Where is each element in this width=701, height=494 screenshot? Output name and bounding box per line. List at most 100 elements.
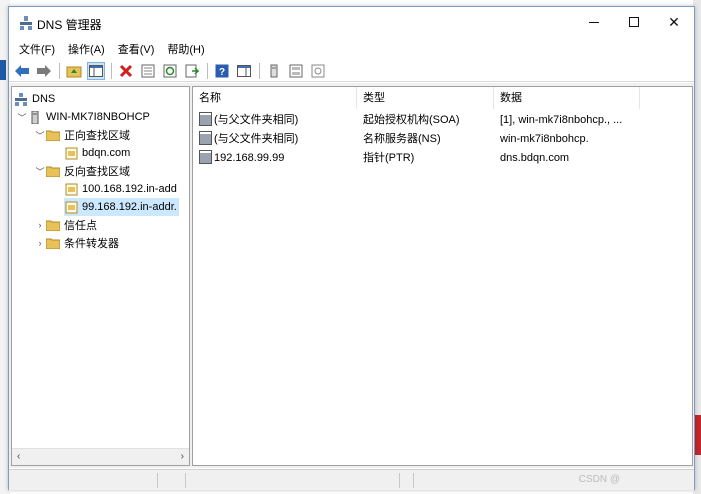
- toolbar-separator: [207, 62, 208, 79]
- menu-file[interactable]: 文件(F): [19, 41, 55, 57]
- minimize-icon: [589, 21, 599, 23]
- action-pane-button[interactable]: [235, 62, 253, 80]
- toolbar-separator: [259, 62, 260, 79]
- properties-button[interactable]: [139, 62, 157, 80]
- column-header-type[interactable]: 类型: [357, 87, 494, 109]
- cell-name: (与父文件夹相同): [199, 111, 355, 130]
- record-icon: [199, 131, 212, 145]
- show-hide-console-tree-button[interactable]: [87, 61, 105, 80]
- record-name: (与父文件夹相同): [214, 114, 299, 126]
- dns-root-icon: [14, 92, 28, 106]
- cell-name: (与父文件夹相同): [199, 130, 355, 149]
- scroll-left-icon[interactable]: ‹: [17, 451, 20, 462]
- tree-item-label: bdqn.com: [82, 147, 131, 159]
- tree-item-reverse-zone[interactable]: ﹀ 反向查找区域: [34, 162, 130, 180]
- tree-item-trust-points[interactable]: › 信任点: [34, 216, 98, 234]
- new-mail-exchanger-icon: [311, 64, 325, 77]
- new-host-button[interactable]: [265, 62, 283, 80]
- dns-app-icon: [20, 16, 32, 30]
- tree-item-dns[interactable]: DNS: [14, 90, 55, 108]
- menu-view[interactable]: 查看(V): [118, 41, 155, 57]
- chevron-down-icon[interactable]: ﹀: [34, 165, 46, 178]
- tree-item-bdqn-com[interactable]: bdqn.com: [64, 144, 130, 162]
- column-header-name[interactable]: 名称: [193, 87, 357, 109]
- new-alias-button[interactable]: [287, 62, 305, 80]
- results-list[interactable]: 名称 类型 数据 (与父文件夹相同) 起始授权机构(SOA) [1], win-…: [192, 86, 693, 466]
- background-right-accent: [695, 415, 701, 455]
- new-alias-icon: [289, 64, 303, 77]
- folder-icon: [46, 128, 60, 142]
- window-title: DNS 管理器: [37, 18, 102, 32]
- status-separator: [413, 473, 414, 488]
- tree-item-conditional-forwarders[interactable]: › 条件转发器: [34, 234, 120, 252]
- chevron-right-icon[interactable]: ›: [34, 238, 46, 248]
- tree-item-label: 99.168.192.in-addr.: [82, 201, 177, 213]
- forward-button[interactable]: [35, 62, 53, 80]
- status-bar: CSDN @: [9, 469, 694, 490]
- chevron-down-icon[interactable]: ﹀: [16, 111, 28, 124]
- scroll-right-icon[interactable]: ›: [181, 451, 184, 462]
- show-hide-console-tree-icon: [89, 64, 103, 77]
- action-pane-icon: [237, 64, 251, 77]
- new-mail-exchanger-button[interactable]: [309, 62, 327, 80]
- refresh-button[interactable]: [161, 62, 179, 80]
- cell-type: 指针(PTR): [363, 152, 415, 164]
- background-left-accent: [0, 60, 6, 80]
- tree-item-label: 信任点: [64, 220, 97, 232]
- new-host-icon: [270, 64, 278, 77]
- content-area: DNS ﹀ WIN-MK7I8NBOHCP ﹀ 正向查找区域 bdqn.com …: [9, 83, 694, 468]
- folder-icon: [46, 164, 60, 178]
- folder-icon: [46, 236, 60, 250]
- title-bar[interactable]: DNS 管理器 ✕: [9, 7, 694, 39]
- delete-button[interactable]: [117, 62, 135, 80]
- help-button[interactable]: ?: [213, 62, 231, 80]
- chevron-down-icon[interactable]: ﹀: [34, 129, 46, 142]
- tree-item-server[interactable]: ﹀ WIN-MK7I8NBOHCP: [16, 108, 150, 126]
- status-separator: [185, 473, 186, 488]
- back-arrow-icon: [15, 64, 29, 77]
- horizontal-scrollbar[interactable]: ‹ ›: [12, 448, 189, 465]
- table-row[interactable]: 192.168.99.99 指针(PTR) dns.bdqn.com: [193, 149, 692, 168]
- toolbar: ?: [9, 60, 694, 82]
- tree-item-label: WIN-MK7I8NBOHCP: [46, 111, 150, 123]
- menu-bar: 文件(F) 操作(A) 查看(V) 帮助(H): [9, 39, 694, 59]
- record-name: (与父文件夹相同): [214, 133, 299, 145]
- status-separator: [157, 473, 158, 488]
- export-list-icon: [185, 64, 199, 77]
- svg-text:?: ?: [219, 67, 225, 78]
- cell-data: dns.bdqn.com: [500, 152, 570, 164]
- tree-item-label: 100.168.192.in-add: [82, 183, 177, 195]
- help-icon: ?: [215, 64, 229, 78]
- close-button[interactable]: ✕: [651, 7, 697, 37]
- tree-item-reverse-99[interactable]: 99.168.192.in-addr.: [64, 198, 179, 216]
- export-list-button[interactable]: [183, 62, 201, 80]
- console-tree[interactable]: DNS ﹀ WIN-MK7I8NBOHCP ﹀ 正向查找区域 bdqn.com …: [11, 86, 190, 466]
- zone-file-icon: [64, 200, 78, 214]
- tree-item-label: 反向查找区域: [64, 166, 130, 178]
- server-icon: [28, 110, 42, 124]
- record-icon: [199, 112, 212, 126]
- tree-item-forward-zone[interactable]: ﹀ 正向查找区域: [34, 126, 130, 144]
- toolbar-separator: [59, 62, 60, 79]
- table-row[interactable]: (与父文件夹相同) 名称服务器(NS) win-mk7i8nbohcp.: [193, 130, 692, 149]
- cell-type: 起始授权机构(SOA): [363, 114, 460, 126]
- up-one-level-button[interactable]: [65, 62, 83, 80]
- tree-item-reverse-100[interactable]: 100.168.192.in-add: [64, 180, 177, 198]
- dns-manager-window: DNS 管理器 ✕ 文件(F) 操作(A) 查看(V) 帮助(H) ? DNS …: [8, 6, 695, 490]
- back-button[interactable]: [13, 62, 31, 80]
- table-row[interactable]: (与父文件夹相同) 起始授权机构(SOA) [1], win-mk7i8nboh…: [193, 111, 692, 130]
- cell-type: 名称服务器(NS): [363, 133, 441, 145]
- tree-item-label: 正向查找区域: [64, 130, 130, 142]
- record-name: 192.168.99.99: [214, 152, 285, 164]
- properties-icon: [141, 64, 155, 77]
- watermark: CSDN @: [578, 474, 620, 485]
- chevron-right-icon[interactable]: ›: [34, 220, 46, 230]
- maximize-icon: [629, 17, 639, 27]
- menu-help[interactable]: 帮助(H): [167, 41, 204, 57]
- cell-data: [1], win-mk7i8nbohcp., ...: [500, 114, 623, 126]
- menu-action[interactable]: 操作(A): [68, 41, 105, 57]
- delete-icon: [119, 64, 133, 77]
- record-icon: [199, 150, 212, 164]
- tree-item-label: 条件转发器: [64, 238, 119, 250]
- column-header-data[interactable]: 数据: [494, 87, 640, 109]
